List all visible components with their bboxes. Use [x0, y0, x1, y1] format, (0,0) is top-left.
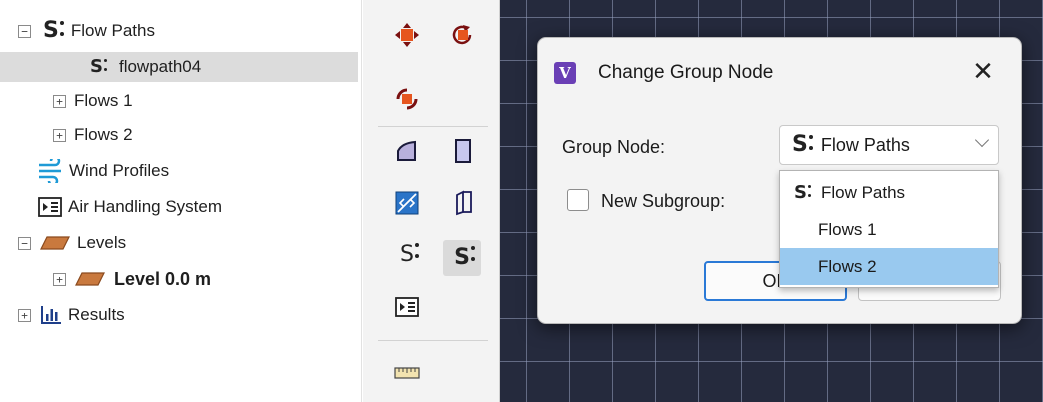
box-3d-tool-button[interactable]	[448, 190, 478, 220]
expand-toggle[interactable]: +	[53, 94, 66, 108]
flow-path-group-tool-icon: S	[454, 245, 470, 270]
flow-path-icon: S	[792, 132, 813, 157]
flip-button[interactable]	[392, 86, 422, 116]
collapse-toggle[interactable]: −	[18, 24, 31, 38]
close-icon: ✕	[972, 57, 994, 87]
collapse-toggle[interactable]: −	[18, 236, 31, 250]
tree-item-label: flowpath04	[118, 57, 202, 76]
tree-item-label: Air Handling System	[68, 197, 223, 216]
app-logo-icon: V	[554, 62, 576, 84]
toolbar-separator	[378, 340, 488, 341]
tree-item-flow-paths[interactable]: − S Flow Paths	[0, 16, 362, 46]
tree-item-results[interactable]: + Results	[0, 300, 362, 330]
dropdown-option-flow-paths[interactable]: S Flow Paths	[780, 174, 998, 211]
rotate-icon	[450, 22, 476, 53]
flow-path-group-tool-button[interactable]: S	[443, 240, 481, 276]
new-subgroup-checkbox[interactable]	[567, 189, 589, 211]
tree-item-air-handling-system[interactable]: Air Handling System	[0, 192, 362, 222]
group-node-select[interactable]: S Flow Paths	[779, 125, 999, 165]
option-label: Flow Paths	[820, 182, 906, 202]
tree-item-label: Flows 1	[74, 91, 133, 110]
flow-path-icon: S	[90, 56, 107, 77]
shape-icon	[395, 139, 419, 168]
expand-toggle[interactable]: +	[53, 272, 66, 286]
wind-icon	[37, 159, 65, 183]
shape-tool-button[interactable]	[392, 138, 422, 168]
group-node-dropdown: S Flow Paths Flows 1 Flows 2	[779, 170, 999, 288]
tree-item-label: Wind Profiles	[69, 161, 170, 180]
chart-icon	[40, 305, 62, 325]
tree-item-label: Flow Paths	[70, 21, 155, 40]
option-label: Flows 1	[818, 219, 877, 239]
dialog-title: Change Group Node	[598, 62, 774, 83]
project-tree: − S Flow Paths S flowpath04 + Flows 1 + …	[0, 0, 362, 402]
move-button[interactable]	[392, 22, 422, 52]
toolbar-separator	[378, 126, 488, 127]
chevron-down-icon	[974, 132, 990, 148]
flip-icon	[394, 86, 420, 117]
group-node-label: Group Node:	[562, 137, 666, 157]
flow-path-tool-icon: S	[400, 242, 414, 267]
expand-toggle[interactable]: +	[53, 128, 66, 142]
tree-item-flows-1[interactable]: + Flows 1	[0, 86, 362, 116]
group-node-value: Flow Paths	[820, 134, 910, 155]
close-button[interactable]: ✕	[965, 55, 1001, 89]
tree-item-label: Level 0.0 m	[114, 268, 212, 289]
drawing-toolbar: S S	[363, 0, 500, 402]
tree-item-level-0[interactable]: + Level 0.0 m	[0, 264, 362, 294]
rotate-button[interactable]	[448, 22, 478, 52]
dropdown-option-flows-2[interactable]: Flows 2	[780, 248, 998, 285]
ruler-icon	[394, 366, 420, 384]
move-icon	[394, 22, 420, 53]
rectangle-tool-button[interactable]	[448, 138, 478, 168]
link-tool-button[interactable]	[392, 190, 422, 220]
dropdown-option-flows-1[interactable]: Flows 1	[780, 211, 998, 248]
air-handler-icon	[38, 197, 62, 217]
flow-path-icon: S	[43, 18, 64, 43]
ruler-tool-button[interactable]	[392, 360, 422, 390]
option-label: Flows 2	[818, 256, 877, 276]
tree-item-label: Flows 2	[74, 125, 133, 144]
new-subgroup-label: New Subgroup:	[601, 191, 726, 211]
air-handler-tool-icon	[395, 296, 419, 322]
flow-path-tool-button[interactable]: S	[392, 240, 422, 270]
expand-toggle[interactable]: +	[18, 308, 31, 322]
tree-item-levels[interactable]: − Levels	[0, 228, 362, 258]
tree-item-wind-profiles[interactable]: Wind Profiles	[0, 156, 362, 186]
box-3d-icon	[452, 190, 474, 221]
air-handler-tool-button[interactable]	[392, 294, 422, 324]
tree-item-flowpath04[interactable]: S flowpath04	[0, 52, 358, 82]
tree-item-flows-2[interactable]: + Flows 2	[0, 120, 362, 150]
link-icon	[395, 191, 419, 220]
tree-item-label: Results	[68, 305, 125, 324]
tree-item-label: Levels	[77, 233, 127, 252]
flow-path-icon: S	[794, 181, 811, 203]
rectangle-icon	[452, 138, 474, 169]
level-icon	[39, 235, 71, 251]
level-icon	[74, 271, 106, 287]
